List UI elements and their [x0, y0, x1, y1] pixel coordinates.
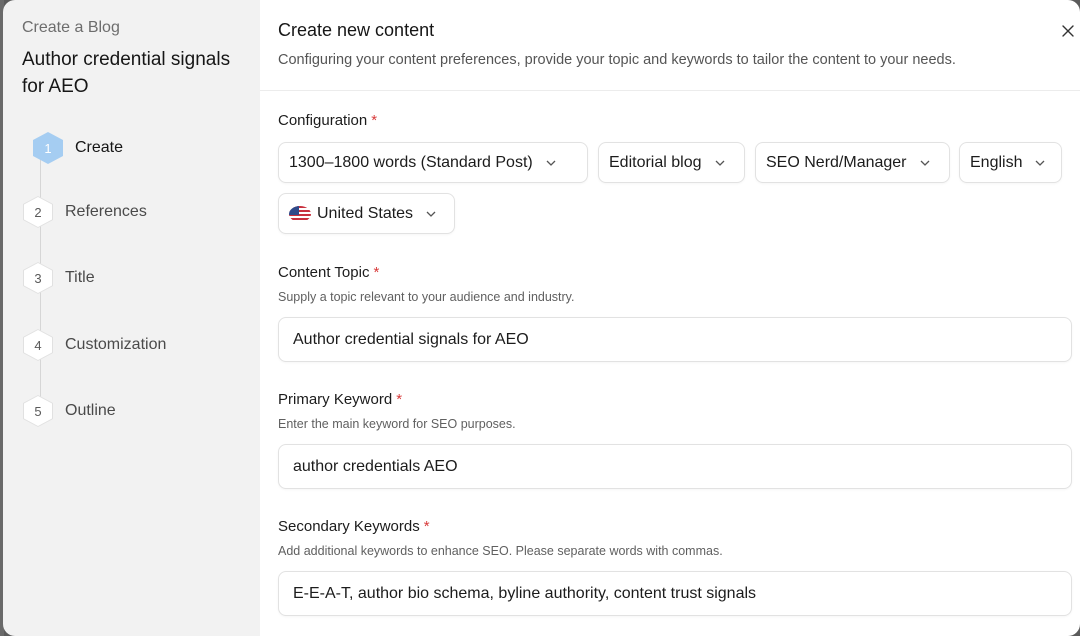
step-label: Create [75, 139, 124, 156]
step-number-badge: 4 [23, 329, 53, 361]
chevron-down-icon [1036, 160, 1045, 166]
sidebar-title: Author credential signals for AEO [22, 49, 231, 97]
language-value: English [970, 153, 1023, 171]
step-outline[interactable]: 5 Outline [23, 393, 253, 429]
chevron-down-icon [715, 160, 724, 166]
content-topic-label: Content Topic * [278, 264, 380, 281]
step-label: Outline [65, 402, 116, 419]
country-select[interactable]: United States [278, 193, 455, 234]
step-number-badge: 2 [23, 196, 53, 228]
step-title[interactable]: 3 Title [23, 260, 253, 296]
chevron-down-icon [920, 160, 929, 166]
step-label: Title [65, 269, 95, 286]
chevron-down-icon [546, 160, 556, 166]
wizard-sidebar: Create a Blog Author credential signals … [3, 0, 260, 636]
required-mark: * [371, 112, 378, 129]
us-flag-icon [289, 205, 311, 222]
required-mark: * [396, 391, 403, 408]
primary-keyword-input[interactable] [278, 444, 1072, 489]
primary-keyword-help: Enter the main keyword for SEO purposes. [278, 417, 516, 431]
primary-keyword-label: Primary Keyword * [278, 391, 403, 408]
step-label: References [65, 203, 147, 220]
step-customization[interactable]: 4 Customization [23, 327, 253, 363]
country-value: United States [317, 204, 414, 222]
audience-value: SEO Nerd/Manager [766, 153, 907, 171]
panel-title: Create new content [278, 20, 435, 40]
chevron-down-icon [426, 211, 436, 217]
content-topic-input[interactable] [278, 317, 1072, 362]
secondary-keywords-help: Add additional keywords to enhance SEO. … [278, 544, 723, 558]
configuration-label: Configuration * [278, 112, 378, 129]
step-references[interactable]: 2 References [23, 194, 253, 230]
content-topic-help: Supply a topic relevant to your audience… [278, 290, 575, 304]
panel-subtitle: Configuring your content preferences, pr… [278, 52, 956, 68]
close-icon [1062, 25, 1074, 37]
language-select[interactable]: English [959, 142, 1062, 183]
secondary-keywords-label: Secondary Keywords * [278, 518, 430, 535]
secondary-keywords-input[interactable] [278, 571, 1072, 616]
step-number-badge: 5 [23, 395, 53, 427]
style-select[interactable]: Editorial blog [598, 142, 745, 183]
create-content-panel: Create new content Configuring your cont… [260, 0, 1080, 636]
length-value: 1300–1800 words (Standard Post) [289, 153, 533, 171]
panel-header: Create new content Configuring your cont… [260, 0, 1080, 91]
step-create[interactable]: 1 Create [23, 130, 253, 166]
required-mark: * [373, 264, 380, 281]
step-label: Customization [65, 336, 167, 353]
sidebar-eyebrow: Create a Blog [22, 19, 120, 36]
length-select[interactable]: 1300–1800 words (Standard Post) [278, 142, 588, 183]
wizard-steps: 1 Create 2 References 3 Title 4 Customiz… [23, 128, 253, 438]
style-value: Editorial blog [609, 153, 702, 171]
required-mark: * [423, 518, 430, 535]
audience-select[interactable]: SEO Nerd/Manager [755, 142, 950, 183]
step-number-badge: 1 [33, 132, 63, 164]
close-button[interactable] [1058, 21, 1078, 41]
step-number-badge: 3 [23, 262, 53, 294]
